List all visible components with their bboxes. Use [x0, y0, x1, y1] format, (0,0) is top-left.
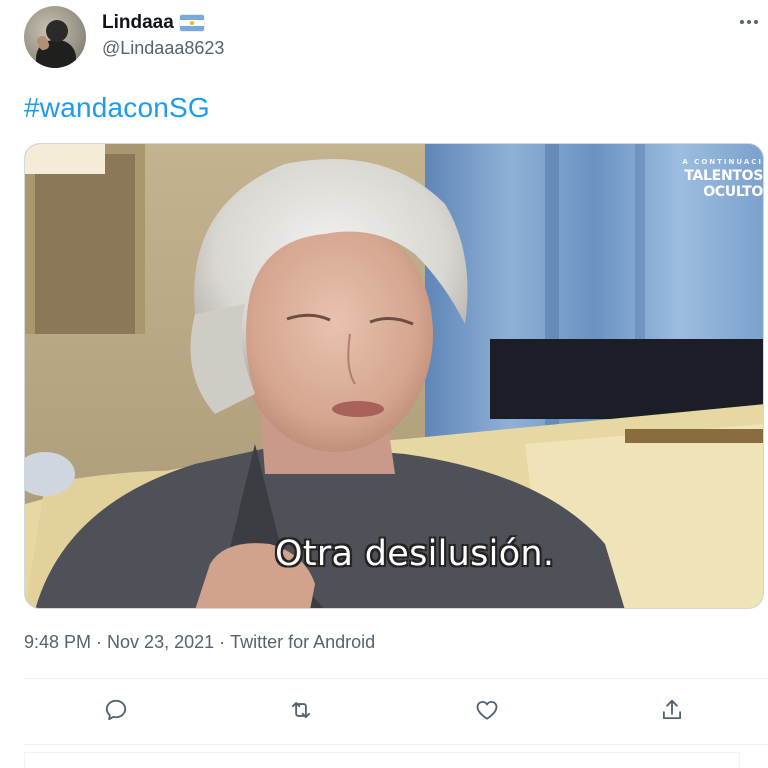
watermark-small-text: A CONTINUACI — [682, 158, 763, 166]
reply-button[interactable] — [96, 690, 136, 730]
tweet-time[interactable]: 9:48 PM — [24, 632, 91, 653]
author-display-name[interactable]: Lindaaa — [102, 12, 174, 34]
tweet-header: Lindaaa @Lindaaa8623 — [0, 0, 768, 80]
meta-separator: · — [219, 632, 226, 652]
like-button[interactable] — [467, 690, 507, 730]
meta-separator: · — [96, 632, 103, 652]
author-name-row: Lindaaa — [102, 12, 204, 34]
tweet-date[interactable]: Nov 23, 2021 — [107, 632, 214, 653]
tweet-metadata: 9:48 PM · Nov 23, 2021 · Twitter for And… — [24, 632, 375, 653]
retweet-icon — [291, 702, 311, 718]
watermark-title-text: TALENTOS OCULTO — [684, 168, 763, 200]
reply-icon — [105, 699, 127, 721]
tv-watermark: A CONTINUACI TALENTOS OCULTO — [623, 158, 763, 200]
avatar-figure-head — [46, 20, 68, 42]
more-options-icon[interactable] — [740, 20, 758, 24]
tweet-actions-bar — [0, 690, 768, 730]
tweet-text-hashtag[interactable]: #wandaconSG — [24, 92, 210, 124]
divider — [24, 678, 768, 679]
divider — [24, 744, 768, 745]
avatar[interactable] — [24, 6, 86, 68]
tweet-media-image[interactable]: A CONTINUACI TALENTOS OCULTO Otra desilu… — [24, 143, 764, 609]
author-handle[interactable]: @Lindaaa8623 — [102, 38, 224, 59]
retweet-button[interactable] — [281, 690, 321, 730]
share-button[interactable] — [652, 690, 692, 730]
tweet-source[interactable]: Twitter for Android — [230, 632, 375, 653]
share-icon — [662, 699, 682, 720]
next-card-edge — [24, 752, 740, 768]
like-icon — [476, 700, 498, 720]
media-caption: Otra desilusión. — [275, 534, 555, 574]
argentina-flag-icon — [179, 15, 204, 31]
